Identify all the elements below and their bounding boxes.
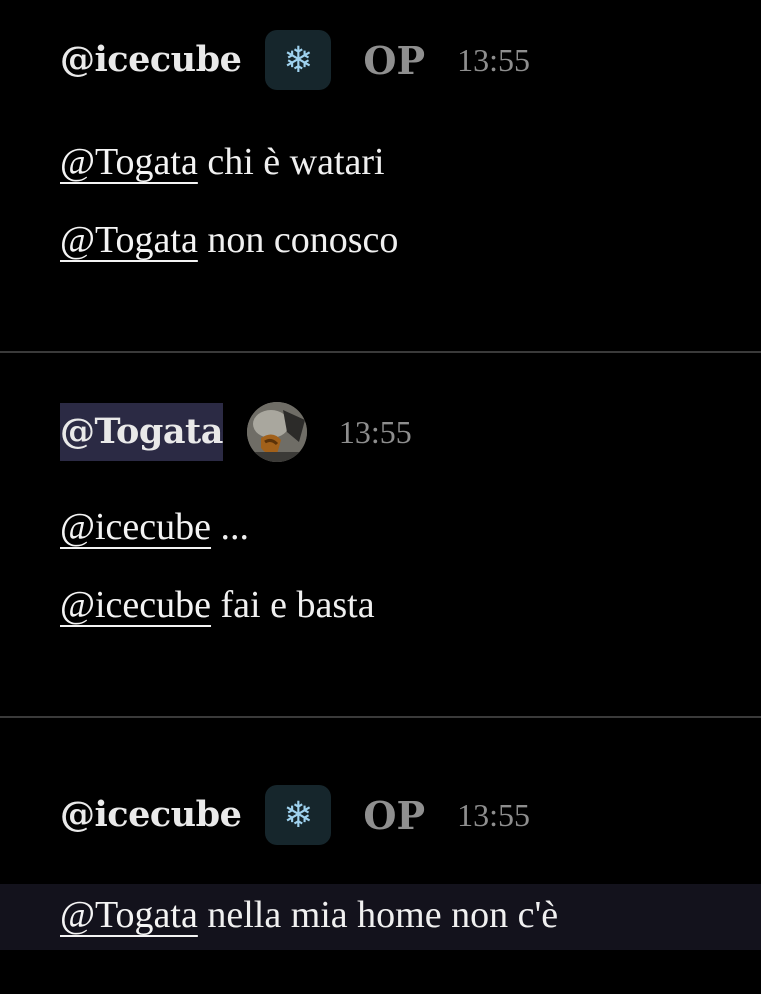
avatar-image — [246, 402, 307, 462]
message-text: non conosco — [197, 219, 399, 261]
message-line: @icecube ... — [60, 505, 249, 549]
post-header: @icecube ❄ OP 13:55 — [60, 785, 530, 845]
mention-link[interactable]: @Togata — [60, 894, 198, 936]
divider — [0, 716, 761, 718]
avatar[interactable] — [246, 402, 307, 462]
username[interactable]: @icecube — [60, 30, 242, 90]
divider — [0, 351, 761, 353]
mention-link[interactable]: @Togata — [60, 141, 198, 183]
message-line: @Togata non conosco — [60, 218, 398, 262]
post-header: @Togata 13:55 — [60, 402, 412, 462]
post-header: @icecube ❄ OP 13:55 — [60, 30, 530, 90]
op-badge: OP — [363, 37, 426, 83]
snowflake-icon: ❄ — [265, 30, 332, 90]
timestamp: 13:55 — [457, 41, 530, 78]
username[interactable]: @Togata — [60, 403, 223, 461]
message-line: @Togata nella mia home non c'è — [60, 893, 558, 937]
message-text: fai e basta — [211, 584, 375, 626]
username[interactable]: @icecube — [60, 785, 242, 845]
message-line: @icecube fai e basta — [60, 583, 375, 627]
mention-link[interactable]: @icecube — [60, 506, 211, 548]
op-badge: OP — [363, 792, 426, 838]
message-text: chi è watari — [197, 141, 385, 183]
mention-link[interactable]: @Togata — [60, 219, 198, 261]
snowflake-icon: ❄ — [265, 785, 332, 845]
mention-link[interactable]: @icecube — [60, 584, 211, 626]
message-text: ... — [211, 506, 250, 548]
message-text: nella mia home non c'è — [197, 894, 559, 936]
message-line: @Togata chi è watari — [60, 140, 385, 184]
timestamp: 13:55 — [457, 796, 530, 833]
timestamp: 13:55 — [338, 413, 412, 450]
